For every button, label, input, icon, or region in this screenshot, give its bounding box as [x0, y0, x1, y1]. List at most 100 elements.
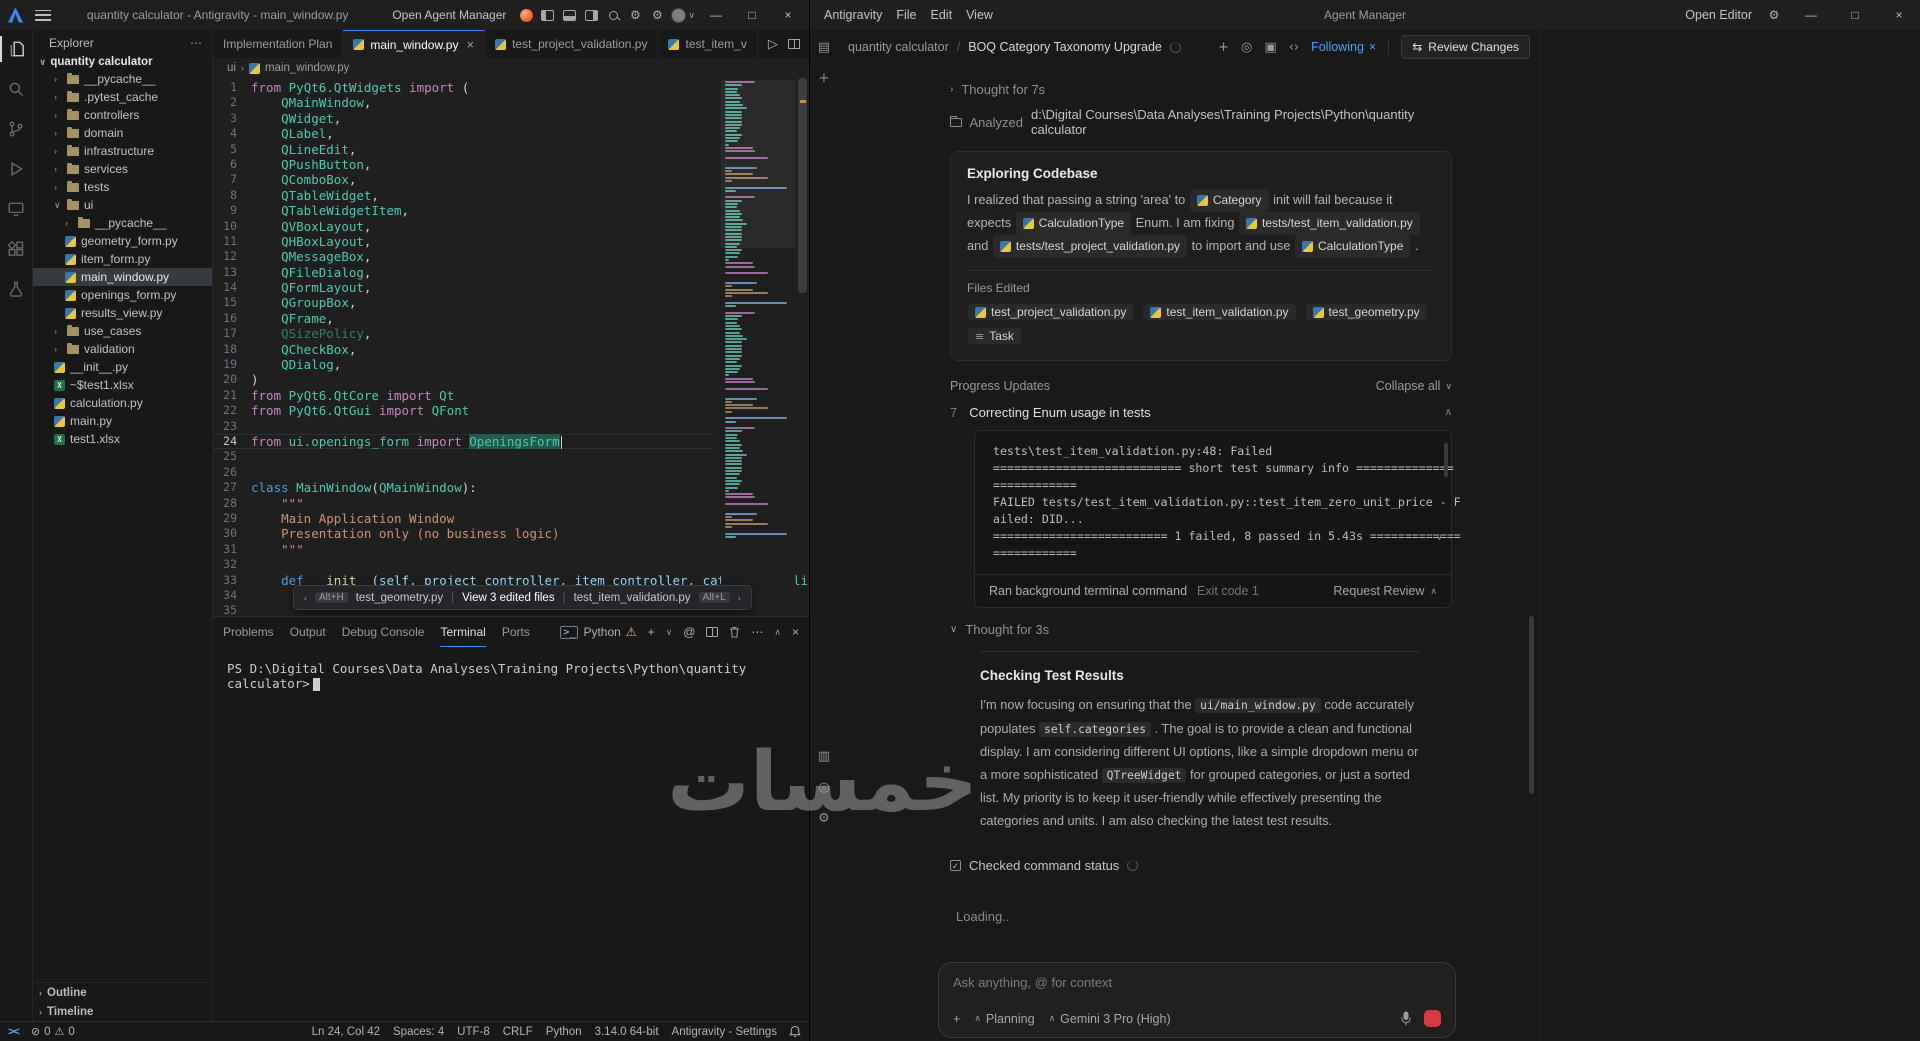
- maximize-panel-icon[interactable]: ∧: [774, 627, 781, 638]
- explorer-icon[interactable]: [0, 36, 33, 62]
- account-avatar[interactable]: ∨: [671, 7, 695, 23]
- inbox-icon[interactable]: ▤: [818, 40, 830, 55]
- breadcrumb-folder[interactable]: ui: [227, 62, 236, 74]
- layout-panel-icon[interactable]: [561, 8, 577, 22]
- status-item[interactable]: 3.14.0 64-bit: [595, 1026, 659, 1038]
- task-chip[interactable]: ≡ Task: [968, 328, 1021, 345]
- new-conversation-icon[interactable]: +: [819, 71, 830, 86]
- tree-item-__init__.py[interactable]: __init__.py: [33, 358, 212, 376]
- edit-menu[interactable]: Edit: [931, 8, 953, 22]
- notifications-bell-icon[interactable]: [789, 1025, 801, 1038]
- following-toggle[interactable]: Following ×: [1311, 40, 1376, 54]
- test-output[interactable]: tests\test_item_validation.py:48: Failed…: [975, 431, 1461, 574]
- add-context-icon[interactable]: +: [953, 1012, 960, 1026]
- panel-tab-Problems[interactable]: Problems: [223, 617, 274, 647]
- tree-item-domain[interactable]: › domain: [33, 124, 212, 142]
- project-root-folder[interactable]: ∨ quantity calculator: [33, 54, 212, 70]
- tree-item-calculation.py[interactable]: calculation.py: [33, 394, 212, 412]
- maximize-button[interactable]: □: [737, 8, 767, 22]
- tab-main_window.py[interactable]: main_window.py ×: [343, 30, 486, 58]
- minimize-button[interactable]: —: [701, 8, 731, 22]
- planning-selector[interactable]: ∧ Planning: [974, 1012, 1034, 1026]
- tree-item-item_form.py[interactable]: item_form.py: [33, 250, 212, 268]
- close-icon[interactable]: ×: [1369, 40, 1376, 54]
- tree-item-geometry_form.py[interactable]: geometry_form.py: [33, 232, 212, 250]
- timeline-section[interactable]: › Timeline: [33, 1002, 212, 1021]
- status-item[interactable]: Spaces: 4: [393, 1026, 444, 1038]
- close-button[interactable]: ×: [773, 8, 803, 22]
- split-editor-icon[interactable]: [787, 39, 800, 49]
- open-agent-manager-button[interactable]: Open Agent Manager: [384, 6, 514, 24]
- breadcrumb-task[interactable]: BOQ Category Taxonomy Upgrade: [968, 40, 1162, 54]
- settings-gear-icon[interactable]: ⚙: [1766, 8, 1782, 22]
- tree-item-use_cases[interactable]: › use_cases: [33, 322, 212, 340]
- file-chip-test_item_validation.py[interactable]: test_item_validation.py: [1143, 304, 1296, 321]
- extensions-icon[interactable]: [0, 236, 33, 262]
- search-icon[interactable]: [605, 8, 621, 22]
- tree-item-main_window.py[interactable]: main_window.py: [33, 268, 212, 286]
- split-terminal-icon[interactable]: [706, 627, 719, 637]
- tab-Implementation Plan[interactable]: Implementation Plan: [213, 30, 344, 58]
- maximize-button[interactable]: □: [1840, 8, 1870, 22]
- chevron-down-icon[interactable]: ∨: [1436, 532, 1443, 543]
- chevron-left-icon[interactable]: ‹: [304, 593, 307, 603]
- close-tab-icon[interactable]: ×: [466, 37, 474, 52]
- editor-scrollbar[interactable]: [796, 78, 809, 616]
- kill-terminal-icon[interactable]: [729, 626, 740, 638]
- chevron-up-icon[interactable]: ∧: [1445, 407, 1452, 418]
- settings-gear-icon[interactable]: ⚙: [627, 8, 643, 22]
- agent-orb-icon[interactable]: [520, 8, 534, 22]
- file-chip-test_geometry.py[interactable]: test_geometry.py: [1305, 304, 1427, 321]
- tree-item-validation[interactable]: › validation: [33, 340, 212, 358]
- status-item[interactable]: Ln 24, Col 42: [312, 1026, 380, 1038]
- view-menu[interactable]: View: [966, 8, 993, 22]
- add-icon[interactable]: +: [1218, 40, 1229, 55]
- code-ref-chip[interactable]: CalculationType: [1295, 235, 1411, 259]
- status-item[interactable]: UTF-8: [457, 1026, 490, 1038]
- tree-item-tests[interactable]: › tests: [33, 178, 212, 196]
- code-editor[interactable]: 1 from PyQt6.QtWidgets import (2 QMainWin…: [213, 78, 809, 616]
- record-icon[interactable]: ◎: [1241, 40, 1252, 55]
- view-edited-files-button[interactable]: View 3 edited files: [462, 592, 554, 604]
- remote-indicator[interactable]: ><: [8, 1026, 20, 1038]
- close-button[interactable]: ×: [1884, 8, 1914, 22]
- terminal-profile[interactable]: >_ Python ⚠: [560, 625, 637, 639]
- search-sidebar-icon[interactable]: [0, 76, 33, 102]
- code-ref-chip[interactable]: Category: [1189, 189, 1269, 213]
- tree-item-.pytest_cache[interactable]: › .pytest_cache: [33, 88, 212, 106]
- testing-icon[interactable]: [0, 276, 33, 302]
- tree-item-~$test1.xlsx[interactable]: X ~$test1.xlsx: [33, 376, 212, 394]
- panel-tab-Terminal[interactable]: Terminal: [440, 617, 485, 647]
- stop-generating-button[interactable]: [1424, 1010, 1441, 1028]
- remote-explorer-icon[interactable]: [0, 196, 33, 222]
- panel-toggle-icon[interactable]: ▣: [1264, 40, 1276, 55]
- tree-item-controllers[interactable]: › controllers: [33, 106, 212, 124]
- tab-test_item_v[interactable]: test_item_v: [658, 30, 758, 58]
- code-icon[interactable]: ‹›: [1289, 40, 1299, 55]
- tree-item-__pycache__[interactable]: › __pycache__: [33, 70, 212, 88]
- app-menu[interactable]: Antigravity: [824, 8, 882, 22]
- tree-item-infrastructure[interactable]: › infrastructure: [33, 142, 212, 160]
- explorer-more-actions-icon[interactable]: ⋯: [190, 36, 202, 50]
- tree-item-results_view.py[interactable]: results_view.py: [33, 304, 212, 322]
- code-ref-chip[interactable]: CalculationType: [1015, 212, 1132, 236]
- tree-item-ui[interactable]: ∨ ui: [33, 196, 212, 214]
- status-item[interactable]: Python: [546, 1026, 582, 1038]
- chat-input-card[interactable]: Ask anything, @ for context + ∧ Planning…: [938, 962, 1456, 1039]
- breadcrumb-file[interactable]: main_window.py: [265, 62, 349, 74]
- tab-test_project_validation.py[interactable]: test_project_validation.py: [485, 30, 659, 58]
- tree-item-test1.xlsx[interactable]: Xtest1.xlsx: [33, 430, 212, 448]
- prev-edited-file[interactable]: test_geometry.py: [356, 592, 443, 604]
- feed-scrollbar[interactable]: [1529, 616, 1534, 794]
- microphone-icon[interactable]: [1400, 1011, 1412, 1026]
- menu-icon[interactable]: [35, 9, 51, 21]
- layout-sidebar-icon[interactable]: [539, 8, 555, 22]
- outline-section[interactable]: › Outline: [33, 983, 212, 1002]
- settings-icon[interactable]: ⚙: [818, 811, 830, 826]
- terminal-dropdown-icon[interactable]: ∨: [666, 627, 673, 638]
- chevron-right-icon[interactable]: ›: [738, 593, 741, 603]
- review-changes-button[interactable]: ⇆ Review Changes: [1401, 35, 1530, 59]
- tree-item-main.py[interactable]: main.py: [33, 412, 212, 430]
- run-debug-icon[interactable]: [0, 156, 33, 182]
- code-ref-chip[interactable]: tests/test_project_validation.py: [992, 235, 1188, 259]
